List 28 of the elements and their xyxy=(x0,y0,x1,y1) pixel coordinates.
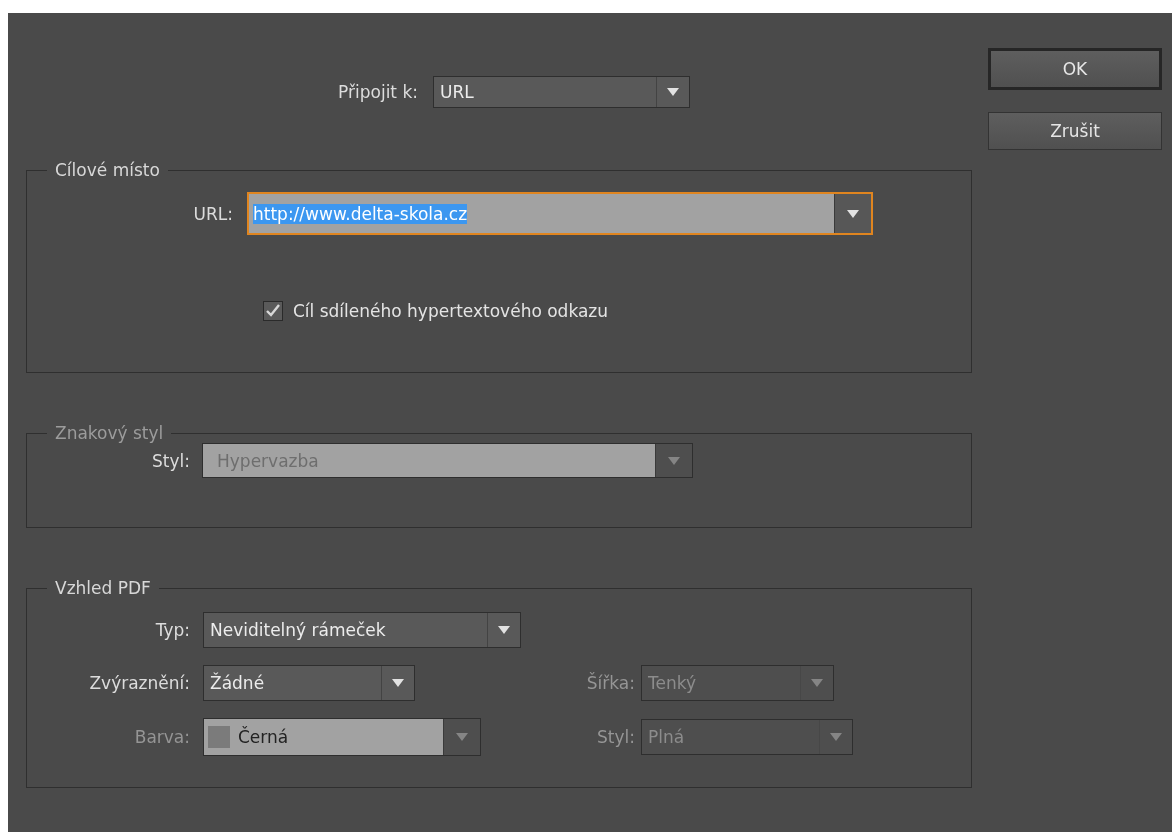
caret-icon xyxy=(811,679,823,687)
dropdown[interactable]: URL xyxy=(433,76,690,108)
color-swatch-icon xyxy=(208,726,230,748)
field-label: Styl: xyxy=(596,727,635,747)
group-title: Znakový styl xyxy=(54,423,165,443)
caret-icon xyxy=(667,88,679,96)
ok-button[interactable]: OK xyxy=(988,48,1162,90)
field-label: Připojit k: xyxy=(337,82,418,102)
caret-icon xyxy=(392,679,404,687)
caret-icon xyxy=(830,733,842,741)
field-label: Barva: xyxy=(133,727,190,747)
group-title: Cílové místo xyxy=(54,160,161,180)
caret-icon xyxy=(456,733,468,741)
field-label: Typ: xyxy=(154,620,190,640)
field-label: Zvýraznění: xyxy=(88,673,190,693)
dropdown[interactable]: Žádné xyxy=(203,665,415,701)
checkbox[interactable] xyxy=(263,301,283,321)
url-field[interactable]: http://www.delta-skola.cz xyxy=(247,192,873,235)
caret-icon xyxy=(668,456,680,465)
field-label: Styl: xyxy=(151,450,190,471)
field-label: Šířka: xyxy=(585,673,635,693)
dropdown[interactable]: Neviditelný rámeček xyxy=(203,612,521,648)
caret-icon xyxy=(847,209,859,218)
field-label: URL: xyxy=(192,203,233,224)
caret-icon xyxy=(498,626,510,634)
group-title: Vzhled PDF xyxy=(54,578,152,598)
checkbox-label: Cíl sdíleného hypertextového odkazu xyxy=(293,301,609,321)
cancel-button[interactable]: Zrušit xyxy=(988,112,1162,150)
